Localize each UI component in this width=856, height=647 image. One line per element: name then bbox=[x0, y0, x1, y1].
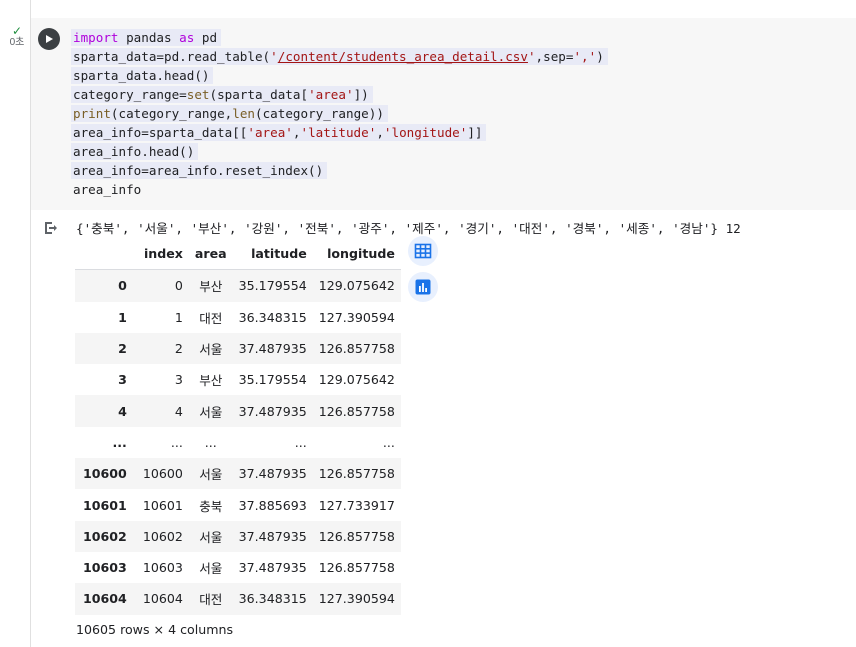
row-index: 10600 bbox=[83, 466, 127, 482]
cell-latitude: 36.348315 bbox=[238, 309, 307, 325]
code-line: area_info=area_info.reset_index() bbox=[71, 161, 608, 180]
row-index: 10602 bbox=[83, 528, 127, 544]
cell-longitude: 126.857758 bbox=[318, 528, 395, 544]
row-index: 10603 bbox=[83, 560, 127, 576]
table-row: 2 2 서울 37.487935 126.857758 bbox=[75, 332, 401, 365]
table-row: 10601 10601 충북 37.885693 127.733917 bbox=[75, 489, 401, 520]
code-line: area_info bbox=[73, 182, 142, 197]
left-gutter bbox=[0, 0, 30, 647]
code-line: import pandas as pd bbox=[71, 28, 608, 47]
cell-area: 부산 bbox=[199, 279, 223, 295]
cell-index: 10604 bbox=[142, 591, 183, 607]
code-line: area_info=sparta_data[['area','latitude'… bbox=[71, 123, 608, 142]
row-index: 2 bbox=[118, 341, 127, 357]
cell-longitude: 127.390594 bbox=[318, 309, 395, 325]
table-row: ............... bbox=[75, 427, 401, 458]
dataframe-table: index area latitude longitude 0 0 부산 35.179… bbox=[75, 238, 401, 615]
cell-longitude: 126.857758 bbox=[318, 560, 395, 576]
stdout-output: {'충북', '서울', '부산', '강원', '전북', '광주', '제주… bbox=[76, 221, 741, 236]
cell-index: 4 bbox=[174, 403, 183, 419]
cell-latitude: 35.179554 bbox=[238, 278, 307, 294]
cell-area: 충북 bbox=[199, 498, 223, 514]
cell-area: 서울 bbox=[199, 342, 223, 358]
play-icon bbox=[46, 35, 53, 43]
table-row: 10602 10602 서울 37.487935 126.857758 bbox=[75, 520, 401, 552]
row-index: ... bbox=[112, 434, 127, 450]
code-line: print(category_range,len(category_range)… bbox=[71, 104, 608, 123]
cell-area: 대전 bbox=[199, 310, 223, 326]
column-header: index bbox=[136, 238, 189, 271]
table-row: 10600 10600 서울 37.487935 126.857758 bbox=[75, 458, 401, 490]
table-row: 1 1 대전 36.348315 127.390594 bbox=[75, 302, 401, 333]
code-editor[interactable]: import pandas as pd sparta_data=pd.read_t… bbox=[71, 28, 608, 199]
cell-longitude: 129.075642 bbox=[318, 278, 395, 294]
execution-time: 0초 bbox=[9, 37, 25, 48]
cell-latitude: 37.885693 bbox=[238, 497, 307, 513]
output-arrow-icon[interactable] bbox=[42, 220, 58, 236]
cell-index: 1 bbox=[174, 309, 183, 325]
cell-index: 2 bbox=[174, 341, 183, 357]
cell-area: 서울 bbox=[199, 529, 223, 545]
row-index: 4 bbox=[118, 403, 127, 419]
run-cell-button[interactable] bbox=[38, 28, 60, 50]
cell-longitude: ... bbox=[382, 434, 395, 450]
bar-chart-icon bbox=[415, 279, 431, 295]
cell-latitude: 37.487935 bbox=[238, 560, 307, 576]
cell-latitude: 37.487935 bbox=[238, 341, 307, 357]
cell-latitude: 36.348315 bbox=[238, 591, 307, 607]
table-row: 10603 10603 서울 37.487935 126.857758 bbox=[75, 552, 401, 583]
cell-area: 서울 bbox=[199, 404, 223, 420]
cell-index: 0 bbox=[174, 278, 183, 294]
execution-status: ✓ 0초 bbox=[6, 24, 28, 48]
cell-latitude: 37.487935 bbox=[238, 528, 307, 544]
row-index: 10601 bbox=[83, 497, 127, 513]
cell-index: 10603 bbox=[142, 560, 183, 576]
table-row: 10604 10604 대전 36.348315 127.390594 bbox=[75, 583, 401, 615]
suggest-charts-button[interactable] bbox=[408, 272, 438, 302]
cell-area: 부산 bbox=[199, 373, 223, 389]
code-line: area_info.head() bbox=[71, 142, 608, 161]
cell-index: 10601 bbox=[142, 497, 183, 513]
code-line: sparta_data.head() bbox=[71, 66, 608, 85]
code-line: sparta_data=pd.read_table('/content/stud… bbox=[71, 47, 608, 66]
column-header: longitude bbox=[312, 238, 401, 271]
cell-latitude: ... bbox=[294, 434, 307, 450]
cell-area: 서울 bbox=[199, 467, 223, 483]
cell-index: 10600 bbox=[142, 466, 183, 482]
cell-latitude: 37.487935 bbox=[238, 466, 307, 482]
cell-area: ... bbox=[204, 434, 217, 450]
index-header bbox=[75, 238, 137, 271]
check-icon: ✓ bbox=[11, 24, 23, 38]
column-header: latitude bbox=[232, 238, 313, 271]
cell-longitude: 127.390594 bbox=[318, 591, 395, 607]
cell-index: ... bbox=[170, 434, 183, 450]
code-line: category_range=set(sparta_data['area']) bbox=[71, 85, 608, 104]
table-header-row: index area latitude longitude bbox=[75, 238, 401, 271]
row-index: 10604 bbox=[83, 591, 127, 607]
table-icon bbox=[414, 243, 432, 259]
cell-index: 3 bbox=[174, 372, 183, 388]
table-row: 3 3 부산 35.179554 129.075642 bbox=[75, 364, 401, 395]
cell-latitude: 35.179554 bbox=[238, 372, 307, 388]
cell-index: 10602 bbox=[142, 528, 183, 544]
row-index: 3 bbox=[118, 372, 127, 388]
cell-area: 대전 bbox=[199, 592, 223, 608]
cell-area: 서울 bbox=[199, 561, 223, 577]
cell-longitude: 129.075642 bbox=[318, 372, 395, 388]
convert-to-interactive-table-button[interactable] bbox=[408, 236, 438, 266]
row-index: 1 bbox=[118, 309, 127, 325]
cell-latitude: 37.487935 bbox=[238, 403, 307, 419]
cell-longitude: 126.857758 bbox=[318, 403, 395, 419]
table-row: 0 0 부산 35.179554 129.075642 bbox=[75, 269, 401, 302]
cell-longitude: 126.857758 bbox=[318, 466, 395, 482]
column-header: area bbox=[188, 238, 233, 271]
cell-longitude: 127.733917 bbox=[318, 497, 395, 513]
row-index: 0 bbox=[118, 278, 127, 294]
table-row: 4 4 서울 37.487935 126.857758 bbox=[75, 395, 401, 427]
dataframe-shape: 10605 rows × 4 columns bbox=[76, 622, 234, 637]
cell-longitude: 126.857758 bbox=[318, 341, 395, 357]
